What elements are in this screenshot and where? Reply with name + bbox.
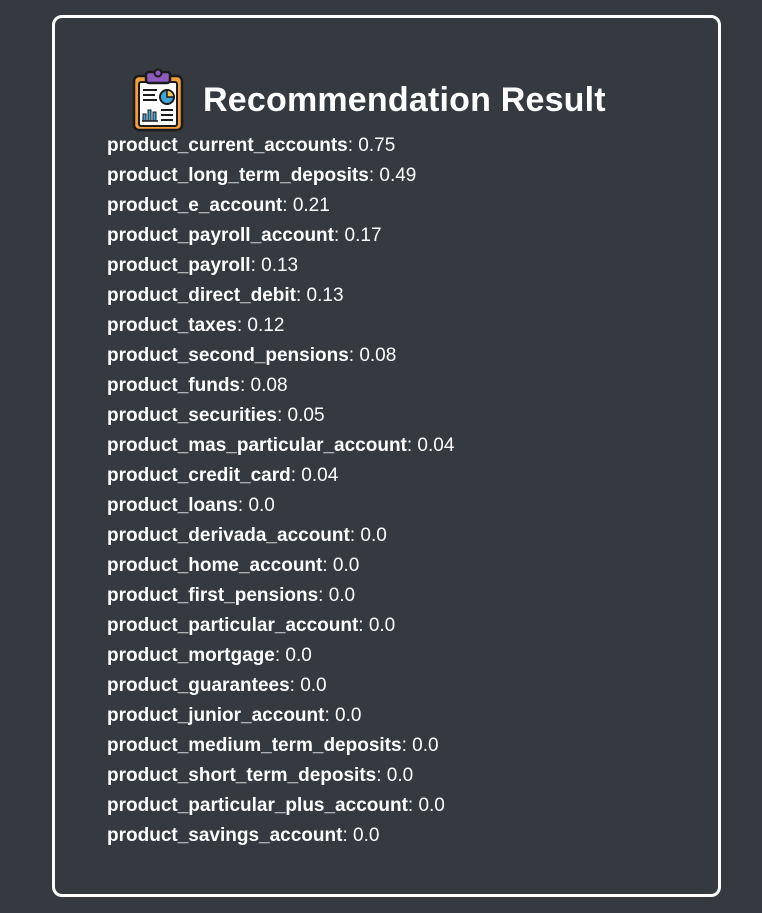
product-name: product_taxes — [107, 315, 237, 336]
product-name: product_mortgage — [107, 645, 275, 666]
clipboard-report-icon — [132, 68, 184, 132]
list-item: product_payroll: 0.13 — [107, 254, 454, 284]
list-item: product_credit_card: 0.04 — [107, 464, 454, 494]
product-score: : 0.0 — [322, 555, 360, 576]
product-name: product_savings_account — [107, 825, 343, 846]
list-item: product_particular_account: 0.0 — [107, 614, 454, 644]
product-name: product_second_pensions — [107, 345, 349, 366]
product-name: product_medium_term_deposits — [107, 735, 402, 756]
product-name: product_payroll_account — [107, 225, 334, 246]
list-item: product_second_pensions: 0.08 — [107, 344, 454, 374]
product-name: product_securities — [107, 405, 277, 426]
product-score: : 0.08 — [348, 345, 397, 366]
product-score: : 0.0 — [358, 615, 396, 636]
product-name: product_short_term_deposits — [107, 765, 377, 786]
product-score: : 0.21 — [282, 195, 330, 216]
list-item: product_savings_account: 0.0 — [107, 824, 454, 854]
product-score: : 0.17 — [334, 225, 382, 246]
list-item: product_direct_debit: 0.13 — [107, 284, 454, 314]
list-item: product_e_account: 0.21 — [107, 194, 454, 224]
product-score: : 0.0 — [349, 525, 387, 546]
product-score: : 0.49 — [368, 165, 417, 186]
page-title: Recommendation Result — [203, 80, 606, 119]
product-score: : 0.0 — [342, 825, 380, 846]
product-name: product_e_account — [107, 195, 283, 216]
product-score: : 0.0 — [324, 705, 362, 726]
list-item: product_mas_particular_account: 0.04 — [107, 434, 454, 464]
product-name: product_direct_debit — [107, 285, 296, 306]
product-name: product_mas_particular_account — [107, 435, 407, 456]
product-name: product_long_term_deposits — [107, 165, 369, 186]
product-name: product_guarantees — [107, 675, 290, 696]
list-item: product_loans: 0.0 — [107, 494, 454, 524]
list-item: product_payroll_account: 0.17 — [107, 224, 454, 254]
list-item: product_guarantees: 0.0 — [107, 674, 454, 704]
product-name: product_home_account — [107, 555, 323, 576]
product-score: : 0.75 — [347, 135, 396, 156]
product-name: product_derivada_account — [107, 525, 350, 546]
product-score: : 0.05 — [277, 405, 325, 426]
product-name: product_loans — [107, 495, 238, 516]
product-name: product_particular_account — [107, 615, 359, 636]
product-score: : 0.0 — [376, 765, 414, 786]
list-item: product_funds: 0.08 — [107, 374, 454, 404]
product-score: : 0.0 — [407, 795, 445, 816]
list-item: product_derivada_account: 0.0 — [107, 524, 454, 554]
product-name: product_current_accounts — [107, 135, 348, 156]
product-score: : 0.08 — [240, 375, 288, 396]
list-item: product_medium_term_deposits: 0.0 — [107, 734, 454, 764]
list-item: product_securities: 0.05 — [107, 404, 454, 434]
list-item: product_long_term_deposits: 0.49 — [107, 164, 454, 194]
product-name: product_funds — [107, 375, 240, 396]
product-name: product_payroll — [107, 255, 251, 276]
product-score: : 0.12 — [236, 315, 285, 336]
product-score: : 0.13 — [295, 285, 344, 306]
list-item: product_short_term_deposits: 0.0 — [107, 764, 454, 794]
product-score: : 0.04 — [290, 465, 339, 486]
product-score: : 0.04 — [406, 435, 455, 456]
product-score: : 0.13 — [250, 255, 299, 276]
product-name: product_particular_plus_account — [107, 795, 408, 816]
product-score: : 0.0 — [318, 585, 356, 606]
recommendation-list: product_current_accounts: 0.75 product_l… — [107, 134, 454, 854]
product-score: : 0.0 — [274, 645, 312, 666]
list-item: product_first_pensions: 0.0 — [107, 584, 454, 614]
card-header: Recommendation Result — [131, 68, 606, 132]
list-item: product_home_account: 0.0 — [107, 554, 454, 584]
product-name: product_junior_account — [107, 705, 325, 726]
product-name: product_credit_card — [107, 465, 291, 486]
list-item: product_junior_account: 0.0 — [107, 704, 454, 734]
list-item: product_particular_plus_account: 0.0 — [107, 794, 454, 824]
list-item: product_taxes: 0.12 — [107, 314, 454, 344]
product-score: : 0.0 — [289, 675, 327, 696]
list-item: product_current_accounts: 0.75 — [107, 134, 454, 164]
product-score: : 0.0 — [237, 495, 275, 516]
list-item: product_mortgage: 0.0 — [107, 644, 454, 674]
product-score: : 0.0 — [401, 735, 439, 756]
product-name: product_first_pensions — [107, 585, 319, 606]
result-card: Recommendation Result product_current_ac… — [52, 15, 721, 897]
